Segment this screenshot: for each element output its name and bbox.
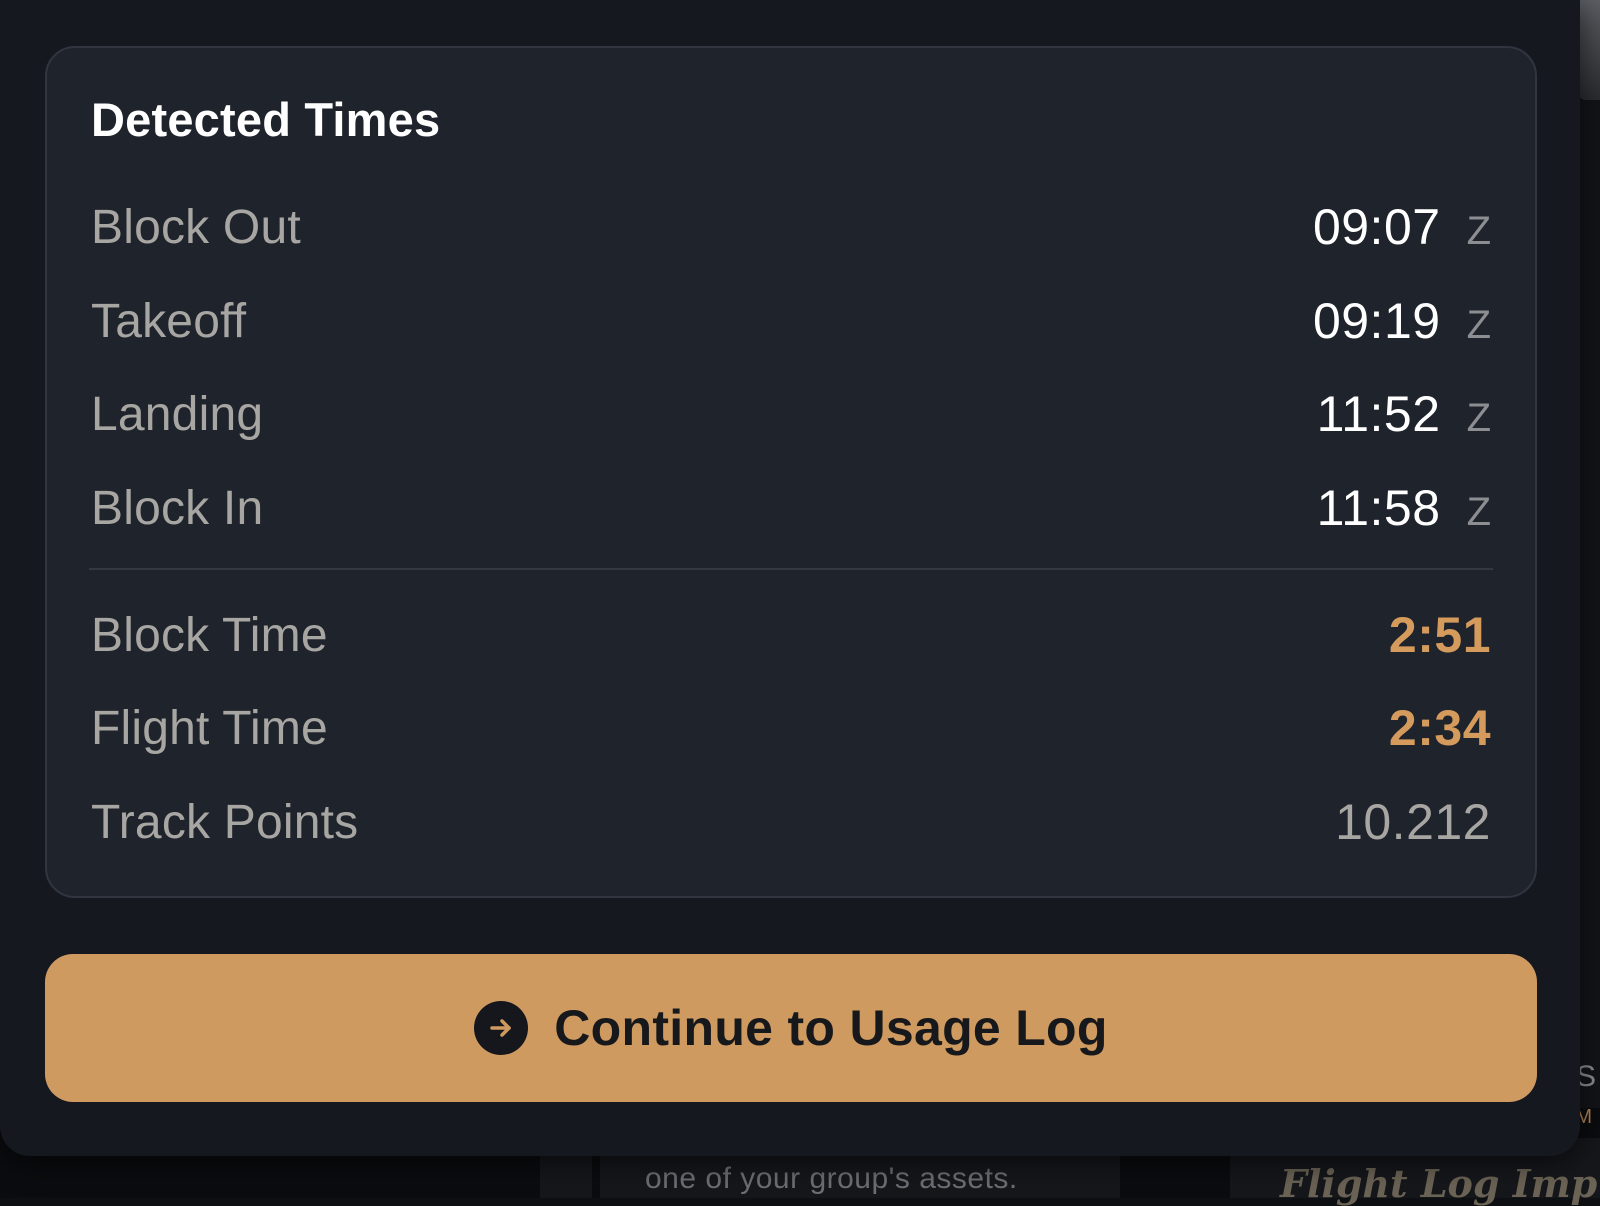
row-label: Block In bbox=[91, 481, 264, 535]
arrow-right-circle-icon bbox=[474, 1001, 529, 1055]
bottom-sheet: Detected Times Block Out 09:07 Z Takeoff… bbox=[0, 0, 1580, 1156]
section-divider bbox=[89, 568, 1493, 570]
background-thumbnail bbox=[1578, 0, 1600, 100]
row-value: 11:52 bbox=[1316, 386, 1441, 442]
time-row-landing: Landing 11:52 Z bbox=[91, 379, 1491, 449]
summary-row-block-time: Block Time 2:51 bbox=[91, 600, 1491, 670]
row-unit: Z bbox=[1466, 396, 1491, 440]
row-label: Block Out bbox=[91, 200, 301, 254]
time-row-block-in: Block In 11:58 Z bbox=[91, 473, 1491, 543]
row-value: 11:58 bbox=[1316, 480, 1441, 536]
row-label: Block Time bbox=[91, 608, 328, 662]
summary-row-track-points: Track Points 10.212 bbox=[91, 787, 1491, 857]
flight-time-value: 2:34 bbox=[1388, 700, 1491, 756]
background-caption: one of your group's assets. bbox=[645, 1162, 1018, 1195]
row-unit: Z bbox=[1466, 490, 1491, 534]
row-unit: Z bbox=[1466, 303, 1491, 347]
row-unit: Z bbox=[1466, 209, 1491, 253]
background-heading: Flight Log Imp bbox=[1280, 1161, 1598, 1206]
summary-row-flight-time: Flight Time 2:34 bbox=[91, 693, 1491, 763]
block-time-value: 2:51 bbox=[1388, 607, 1491, 663]
track-points-value: 10.212 bbox=[1335, 794, 1491, 850]
time-row-takeoff: Takeoff 09:19 Z bbox=[91, 286, 1491, 356]
row-value: 09:19 bbox=[1312, 293, 1441, 349]
continue-to-usage-log-button[interactable]: Continue to Usage Log bbox=[45, 954, 1537, 1102]
detected-times-card: Detected Times Block Out 09:07 Z Takeoff… bbox=[45, 46, 1537, 898]
time-row-block-out: Block Out 09:07 Z bbox=[91, 192, 1491, 262]
row-label: Track Points bbox=[91, 795, 359, 849]
row-label: Takeoff bbox=[91, 294, 247, 348]
row-label: Landing bbox=[91, 387, 264, 441]
continue-button-label: Continue to Usage Log bbox=[554, 1000, 1108, 1056]
row-value: 09:07 bbox=[1312, 199, 1441, 255]
card-title: Detected Times bbox=[91, 93, 441, 146]
row-label: Flight Time bbox=[91, 701, 328, 755]
